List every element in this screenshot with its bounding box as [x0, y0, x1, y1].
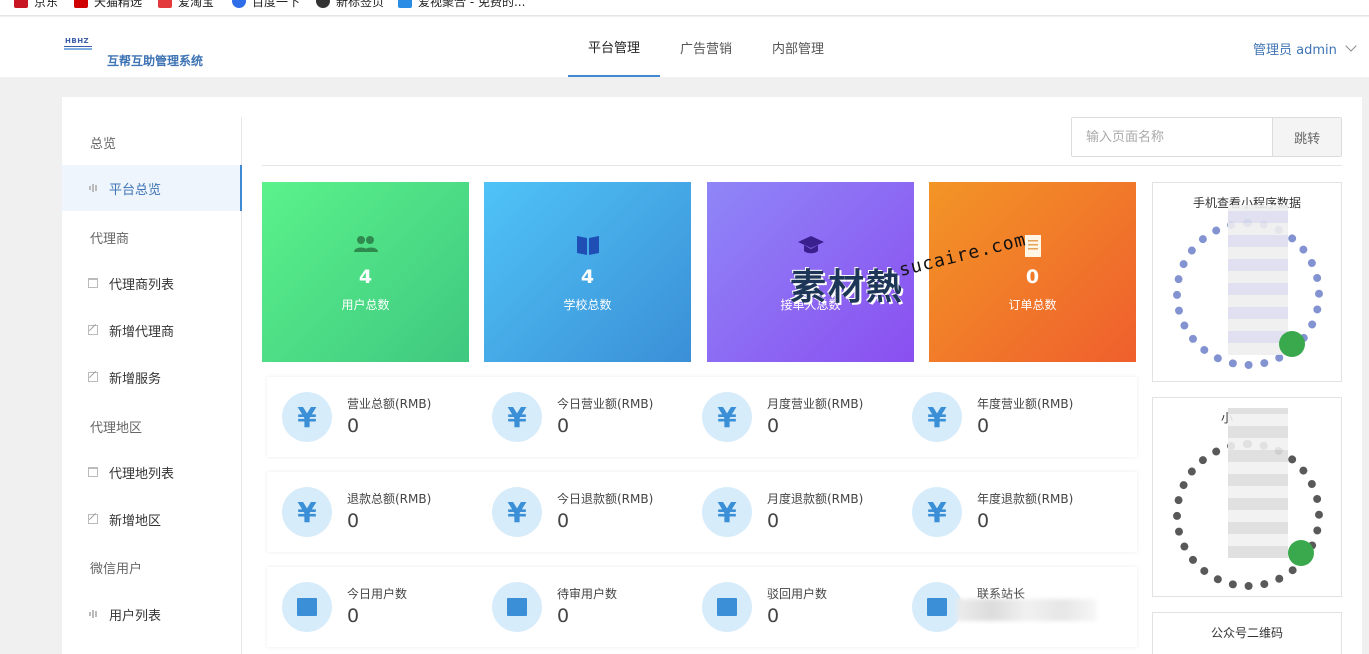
sidebar-item-add-region[interactable]: 新增地区	[62, 496, 242, 542]
sidebar-group-wechat-users: 微信用户	[90, 562, 143, 577]
orders-count: 0	[1025, 266, 1040, 288]
sidebar-group-agents: 代理商	[90, 232, 130, 247]
jump-button[interactable]: 跳转	[1272, 118, 1341, 156]
video-icon	[398, 0, 412, 8]
sidebar-item-add-service[interactable]: 新增服务	[62, 354, 242, 400]
tab-internal-management[interactable]: 内部管理	[752, 17, 844, 77]
tab-platform-management[interactable]: 平台管理	[568, 17, 661, 77]
logo-icon: HBHZ	[64, 37, 92, 51]
edit-icon	[88, 372, 98, 382]
user-menu[interactable]: 管理员 admin	[1253, 39, 1357, 58]
sidebar-item-add-agent[interactable]: 新增代理商	[62, 307, 242, 353]
yuan-icon: ¥	[702, 392, 752, 442]
qr-card-official-account: 公众号二维码	[1152, 612, 1342, 654]
page-search-input[interactable]	[1072, 118, 1273, 156]
users-count: 4	[358, 266, 373, 288]
qr-card-miniprogram: 小	[1152, 397, 1342, 597]
main-panel: 总览 平台总览 代理商 代理商列表 新增代理商 新增服务 代理地区 代理地列表 …	[62, 97, 1362, 654]
app-title: 互帮互助管理系统	[107, 54, 204, 68]
redacted-qr	[1228, 408, 1288, 558]
stat-card-users: 4 用户总数	[262, 182, 469, 362]
yuan-icon: ¥	[912, 487, 962, 537]
schools-label: 学校总数	[563, 298, 612, 312]
edit-icon	[88, 325, 98, 335]
bookmark-baidu[interactable]: 百度一下	[232, 0, 300, 9]
calendar-icon	[282, 582, 332, 632]
sidebar-item-platform-overview[interactable]: 平台总览	[62, 165, 242, 211]
yuan-icon: ¥	[912, 392, 962, 442]
taobao-icon	[158, 0, 172, 8]
calendar-icon	[492, 582, 542, 632]
globe-icon	[316, 0, 330, 8]
book-icon	[484, 234, 691, 258]
revenue-row: ¥ 营业总额(RMB) 0 ¥ 今日营业额(RMB) 0 ¥ 月度营业额(RMB…	[267, 377, 1137, 457]
yuan-icon: ¥	[282, 392, 332, 442]
main-nav: 平台管理 广告营销 内部管理	[568, 17, 844, 77]
bookmark-aitaobao[interactable]: 爱淘宝	[158, 0, 214, 9]
tab-ad-marketing[interactable]: 广告营销	[660, 17, 752, 77]
bookmark-jd[interactable]: 京东	[14, 0, 58, 9]
calendar-icon	[88, 467, 98, 477]
sidebar: 总览 平台总览 代理商 代理商列表 新增代理商 新增服务 代理地区 代理地列表 …	[62, 117, 242, 654]
refund-row: ¥ 退款总额(RMB) 0 ¥ 今日退款额(RMB) 0 ¥ 月度退款额(RMB…	[267, 472, 1137, 552]
edit-icon	[88, 514, 98, 524]
sidebar-item-region-list[interactable]: 代理地列表	[62, 449, 242, 495]
yuan-icon: ¥	[492, 392, 542, 442]
bookmark-tmall[interactable]: 天猫精选	[74, 0, 142, 9]
sidebar-item-user-list[interactable]: 用户列表	[62, 591, 242, 637]
user-label: 管理员 admin	[1253, 43, 1337, 58]
calendar-icon	[912, 582, 962, 632]
redacted-contact	[957, 599, 1097, 621]
page-search: 跳转	[1071, 117, 1342, 157]
top-header: HBHZ 互帮互助管理系统 平台管理 广告营销 内部管理 管理员 admin	[0, 17, 1369, 77]
user-stats-row: 今日用户数 0 待审用户数 0 驳回用户数 0 联系站长	[267, 567, 1137, 647]
browser-bookmarks-bar: 京东 天猫精选 爱淘宝 百度一下 新标签页 爱视聚合 - 免费的...	[0, 0, 1369, 16]
wechat-miniprogram-icon	[1279, 331, 1305, 357]
bookmark-aishi[interactable]: 爱视聚合 - 免费的...	[398, 0, 525, 9]
schools-count: 4	[580, 266, 595, 288]
sidebar-item-agent-list[interactable]: 代理商列表	[62, 260, 242, 306]
yuan-icon: ¥	[282, 487, 332, 537]
yuan-icon: ¥	[702, 487, 752, 537]
calendar-icon	[88, 278, 98, 288]
bar-chart-icon	[88, 183, 98, 193]
watermark-logo: 素材熱	[790, 267, 905, 308]
calendar-icon	[702, 582, 752, 632]
users-icon	[262, 234, 469, 258]
tmall-icon	[74, 0, 88, 8]
orders-label: 订单总数	[1008, 298, 1057, 312]
yuan-icon: ¥	[492, 487, 542, 537]
redacted-qr	[1228, 205, 1288, 355]
users-label: 用户总数	[341, 298, 390, 312]
divider	[262, 165, 1342, 166]
wechat-miniprogram-icon	[1288, 540, 1314, 566]
graduation-cap-icon	[707, 234, 914, 258]
bookmark-newtab[interactable]: 新标签页	[316, 0, 384, 9]
baidu-icon	[232, 0, 246, 8]
bar-chart-icon	[88, 609, 98, 619]
jd-icon	[14, 0, 28, 8]
stat-card-orders: 0 订单总数	[929, 182, 1136, 362]
chevron-down-icon	[1345, 40, 1357, 52]
sidebar-group-overview: 总览	[90, 137, 117, 152]
stat-card-schools: 4 学校总数	[484, 182, 691, 362]
qr-card-miniprogram-data: 手机查看小程序数据	[1152, 182, 1342, 382]
sidebar-group-regions: 代理地区	[90, 421, 143, 436]
